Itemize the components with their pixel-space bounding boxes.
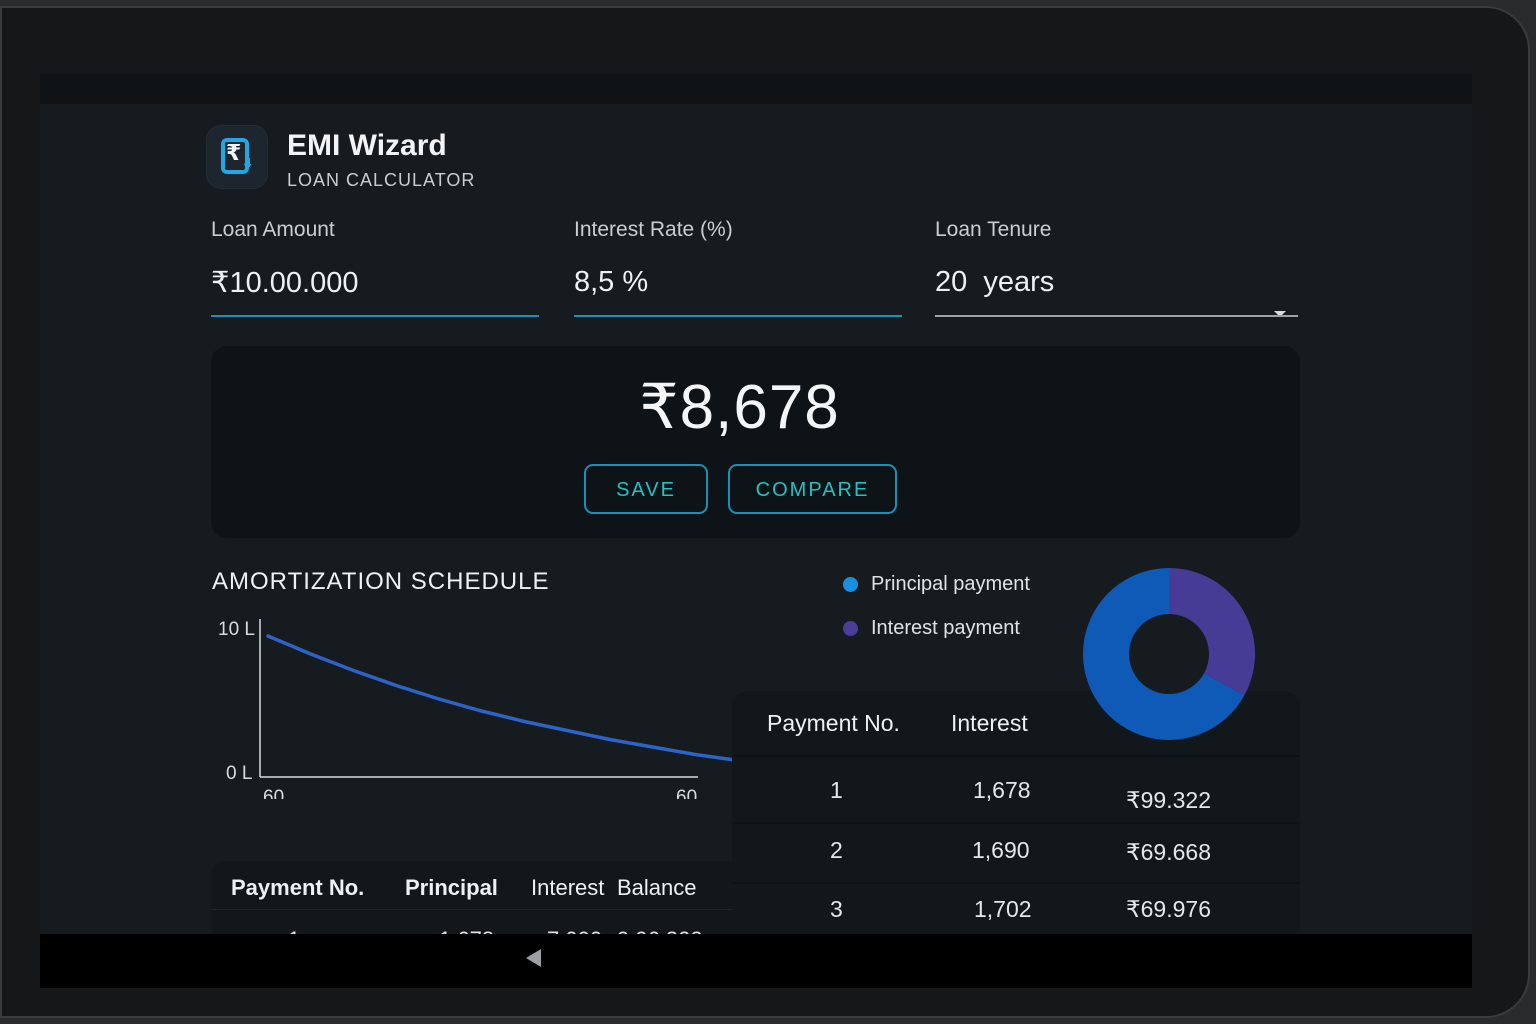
column-header-payment-no: Payment No. <box>231 875 365 900</box>
donut-hole <box>1129 614 1209 694</box>
app-title: EMI Wizard <box>287 129 447 162</box>
column-header-interest: Interest <box>951 710 1028 736</box>
principal-legend-label: Principal payment <box>871 573 1030 595</box>
y-tick-label: 0 L <box>226 763 252 784</box>
table-cell-balance: ₹69.976 <box>1126 896 1211 922</box>
x-tick-label: 60 <box>676 787 697 799</box>
table-divider <box>211 909 753 910</box>
screen: ₹ 4 EMI Wizard LOAN CALCULATOR Loan Amou… <box>40 74 1472 988</box>
x-tick-label: 60 <box>263 787 284 799</box>
loan-amount-input[interactable]: ₹10.00.000 <box>211 265 358 300</box>
table-cell-payment-no: 2 <box>830 837 843 863</box>
emi-amount: ₹8,678 <box>639 373 840 442</box>
table-cell-payment-no: 1 <box>830 777 843 803</box>
column-header-principal: Principal <box>405 875 498 900</box>
table-divider <box>732 822 1300 824</box>
interest-rate-label: Interest Rate (%) <box>574 218 733 241</box>
interest-rate-underline <box>574 315 902 317</box>
compare-button[interactable]: COMPARE <box>728 464 897 514</box>
table-cell-balance: ₹69.668 <box>1126 839 1211 865</box>
table-cell-payment-no: 3 <box>830 896 843 922</box>
column-header-payment-no: Payment No. <box>767 710 900 736</box>
table-cell-interest: 1,678 <box>973 777 1031 803</box>
table-divider <box>732 755 1300 757</box>
rupee-icon: ₹ <box>226 140 242 165</box>
loan-tenure-underline <box>935 315 1298 317</box>
y-tick-label: 10 L <box>218 619 255 640</box>
balance-series-line <box>266 634 740 763</box>
emi-result-card: ₹8,678 SAVE COMPARE <box>211 346 1300 538</box>
interest-legend-label: Interest payment <box>871 617 1020 639</box>
table-cell-interest: 1,702 <box>974 896 1032 922</box>
table-cell-balance: ₹99.322 <box>1126 787 1211 813</box>
loan-amount-label: Loan Amount <box>211 218 335 241</box>
principal-interest-donut-chart <box>1082 568 1255 740</box>
logo-badge: 4 <box>244 155 252 170</box>
principal-legend-dot <box>843 577 858 592</box>
column-header-interest: Interest <box>531 875 605 900</box>
back-icon[interactable] <box>526 949 541 967</box>
emi-calculator-app: ₹ 4 EMI Wizard LOAN CALCULATOR Loan Amou… <box>40 104 1472 981</box>
table-cell-interest: 1,690 <box>972 837 1030 863</box>
status-bar <box>40 74 1472 104</box>
app-logo-icon: ₹ 4 <box>207 126 267 188</box>
tablet-frame: ₹ 4 EMI Wizard LOAN CALCULATOR Loan Amou… <box>0 6 1530 1018</box>
balance-line-chart: 10 L 0 L 60 60 <box>218 619 740 799</box>
interest-legend-dot <box>843 621 858 636</box>
amortization-title: AMORTIZATION SCHEDULE <box>212 568 550 595</box>
table-divider <box>732 882 1300 884</box>
loan-tenure-label: Loan Tenure <box>935 218 1052 241</box>
app-subtitle: LOAN CALCULATOR <box>287 170 476 190</box>
navigation-bar <box>40 934 1472 988</box>
save-button[interactable]: SAVE <box>584 464 708 514</box>
interest-rate-input[interactable]: 8,5 % <box>574 266 648 299</box>
loan-amount-underline <box>211 315 539 317</box>
loan-tenure-select[interactable]: 20 years <box>935 266 1054 299</box>
column-header-balance: Balance <box>617 875 697 900</box>
